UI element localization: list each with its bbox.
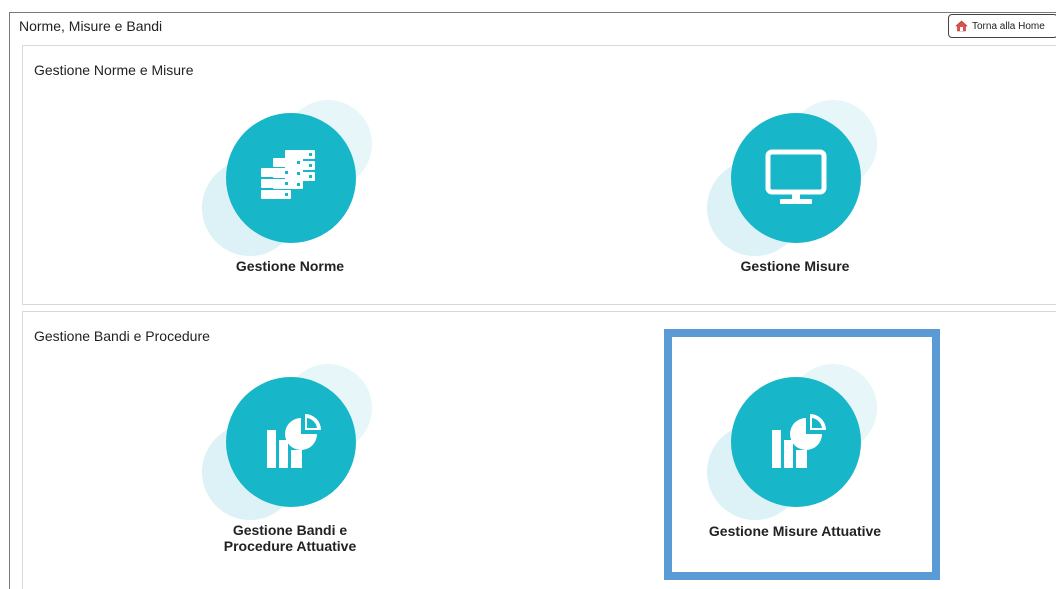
tile-gestione-misure[interactable]: Gestione Misure xyxy=(695,88,895,288)
section-title: Gestione Norme e Misure xyxy=(34,62,194,78)
tile-label: Gestione Norme xyxy=(235,258,345,274)
home-button-label: Torna alla Home xyxy=(972,20,1045,32)
section-bandi-procedure: Gestione Bandi e Procedure xyxy=(22,311,1056,589)
tile-label-line1: Gestione Bandi e xyxy=(232,522,348,538)
monitor-icon xyxy=(765,149,827,204)
section-title: Gestione Bandi e Procedure xyxy=(34,328,210,344)
home-icon xyxy=(955,20,968,32)
tile-gestione-norme[interactable]: Gestione Norme xyxy=(190,88,390,288)
tile-label: Gestione Misure xyxy=(740,258,850,274)
tile-label: Gestione Misure Attuative xyxy=(708,523,882,539)
server-stack-icon xyxy=(261,150,315,199)
tile-icon-circle xyxy=(731,113,861,243)
section-norme-misure: Gestione Norme e Misure xyxy=(22,45,1056,305)
chart-report-icon xyxy=(267,414,321,468)
tile-icon-circle xyxy=(731,377,861,507)
tile-icon-circle xyxy=(226,377,356,507)
home-button[interactable]: Torna alla Home xyxy=(948,14,1056,38)
tile-icon-circle xyxy=(226,113,356,243)
tile-gestione-misure-attuative[interactable]: Gestione Misure Attuative xyxy=(695,352,895,552)
tile-label-line2: Procedure Attuative xyxy=(223,538,357,554)
page-title: Norme, Misure e Bandi xyxy=(19,18,163,34)
chart-report-icon xyxy=(772,414,826,468)
tile-gestione-bandi-procedure[interactable]: Gestione Bandi e Procedure Attuative xyxy=(190,352,390,562)
